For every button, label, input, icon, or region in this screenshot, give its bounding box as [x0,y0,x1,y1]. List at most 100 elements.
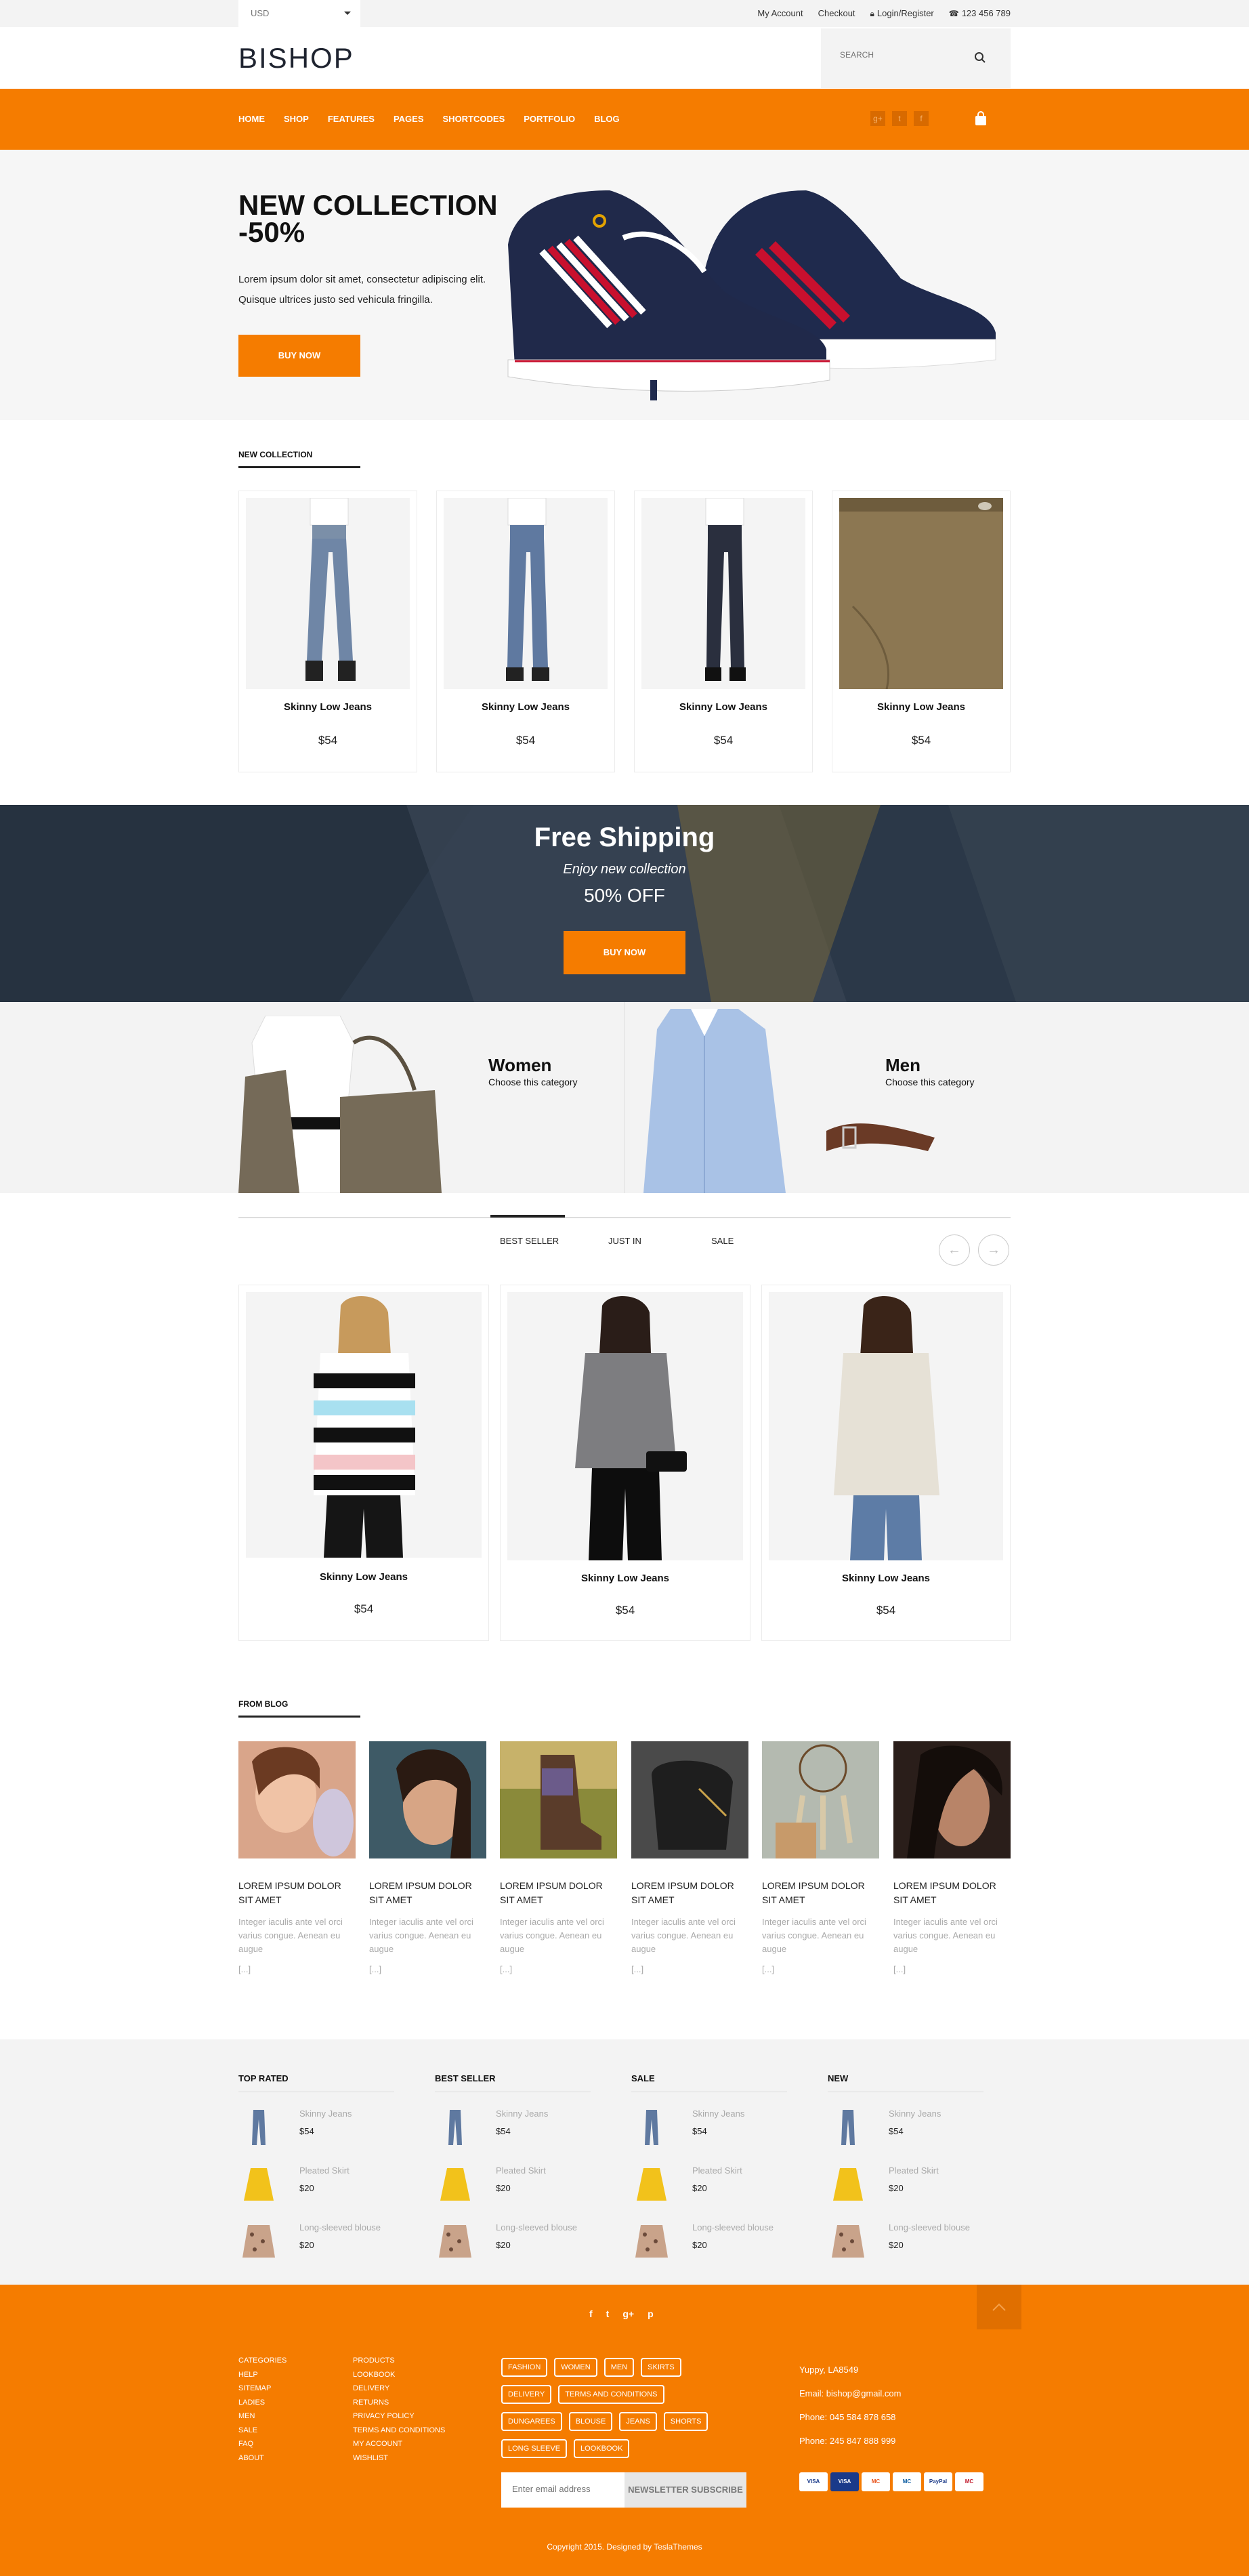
blog-post-title[interactable]: LOREM IPSUM DOLOR SIT AMET [631,1879,748,1907]
currency-select[interactable]: USD [238,0,360,27]
blog-read-more[interactable]: [...] [762,1964,879,1974]
footer-link[interactable]: SITEMAP [238,2382,287,2396]
product-name[interactable]: Skinny Low Jeans [501,1573,750,1584]
blog-post[interactable]: LOREM IPSUM DOLOR SIT AMET Integer iacul… [893,1741,1011,1974]
footer-link[interactable]: WISHLIST [353,2451,445,2466]
product-name[interactable]: Skinny Low Jeans [762,1573,1010,1584]
product-image[interactable] [444,497,608,689]
footer-link[interactable]: MY ACCOUNT [353,2437,445,2451]
tab-sale[interactable]: SALE [711,1236,734,1246]
hero-buy-now-button[interactable]: BUY NOW [238,335,360,377]
widget-item-name[interactable]: Pleated Skirt [692,2165,742,2176]
blog-image[interactable] [500,1741,617,1858]
blog-read-more[interactable]: [...] [369,1964,486,1974]
product-name[interactable]: Skinny Low Jeans [635,701,812,713]
footer-link[interactable]: DELIVERY [353,2382,445,2396]
blog-image[interactable] [369,1741,486,1858]
widget-item[interactable]: Long-sleeved blouse $20 [238,2206,394,2263]
footer-link[interactable]: LOOKBOOK [353,2368,445,2382]
product-card[interactable]: Skinny Low Jeans $54 [500,1285,750,1641]
google-plus-icon[interactable]: g+ [622,2308,634,2319]
product-image[interactable] [246,1292,482,1558]
login-register-link[interactable]: 🔒︎ Login/Register [870,8,934,19]
footer-link[interactable]: PRODUCTS [353,2354,445,2368]
product-name[interactable]: Skinny Low Jeans [239,1571,488,1583]
blog-read-more[interactable]: [...] [500,1964,617,1974]
sneakers-image[interactable] [501,163,1009,414]
footer-link[interactable]: RETURNS [353,2396,445,2410]
nav-shop[interactable]: SHOP [284,114,309,124]
widget-item[interactable]: Pleated Skirt $20 [828,2149,983,2206]
blog-post[interactable]: LOREM IPSUM DOLOR SIT AMET Integer iacul… [238,1741,356,1974]
tag[interactable]: SKIRTS [641,2358,681,2377]
footer-link[interactable]: SALE [238,2424,287,2438]
blog-post[interactable]: LOREM IPSUM DOLOR SIT AMET Integer iacul… [762,1741,879,1974]
blog-image[interactable] [893,1741,1011,1858]
blog-post[interactable]: LOREM IPSUM DOLOR SIT AMET Integer iacul… [369,1741,486,1974]
footer-link[interactable]: PRIVACY POLICY [353,2409,445,2424]
widget-item-name[interactable]: Skinny Jeans [299,2108,352,2119]
footer-link[interactable]: MEN [238,2409,287,2424]
twitter-icon[interactable]: t [606,2308,610,2319]
blog-post[interactable]: LOREM IPSUM DOLOR SIT AMET Integer iacul… [631,1741,748,1974]
widget-item-name[interactable]: Skinny Jeans [496,2108,548,2119]
product-card[interactable]: Skinny Low Jeans $54 [436,491,615,772]
tag[interactable]: WOMEN [554,2358,597,2377]
search-icon[interactable] [974,51,986,64]
nav-blog[interactable]: BLOG [594,114,620,124]
product-name[interactable]: Skinny Low Jeans [832,701,1010,713]
widget-item[interactable]: Long-sleeved blouse $20 [435,2206,591,2263]
product-card[interactable]: Skinny Low Jeans $54 [761,1285,1011,1641]
footer-link[interactable]: FAQ [238,2437,287,2451]
my-account-link[interactable]: My Account [757,8,803,19]
widget-item[interactable]: Skinny Jeans $54 [631,2092,787,2149]
widget-item[interactable]: Pleated Skirt $20 [631,2149,787,2206]
facebook-icon[interactable]: f [914,111,929,126]
newsletter-email-input[interactable] [512,2484,627,2494]
women-category-image[interactable] [238,1016,462,1193]
product-name[interactable]: Skinny Low Jeans [437,701,614,713]
widget-item-name[interactable]: Long-sleeved blouse [496,2222,577,2232]
blog-post[interactable]: LOREM IPSUM DOLOR SIT AMET Integer iacul… [500,1741,617,1974]
widget-item-name[interactable]: Long-sleeved blouse [889,2222,970,2232]
widget-item-name[interactable]: Pleated Skirt [889,2165,939,2176]
blog-post-title[interactable]: LOREM IPSUM DOLOR SIT AMET [762,1879,879,1907]
facebook-icon[interactable]: f [589,2308,593,2319]
product-card[interactable]: Skinny Low Jeans $54 [832,491,1011,772]
footer-link[interactable]: TERMS AND CONDITIONS [353,2424,445,2438]
email[interactable]: Email: bishop@gmail.com [799,2382,901,2405]
widget-item[interactable]: Long-sleeved blouse $20 [828,2206,983,2263]
widget-item-name[interactable]: Skinny Jeans [692,2108,744,2119]
nav-features[interactable]: FEATURES [328,114,375,124]
category-men-title[interactable]: Men [885,1055,920,1076]
blog-read-more[interactable]: [...] [631,1964,748,1974]
checkout-link[interactable]: Checkout [818,8,855,19]
blog-post-title[interactable]: LOREM IPSUM DOLOR SIT AMET [369,1879,486,1907]
nav-pages[interactable]: PAGES [394,114,424,124]
widget-item[interactable]: Skinny Jeans $54 [435,2092,591,2149]
blog-image[interactable] [762,1741,879,1858]
product-image[interactable] [769,1292,1003,1560]
product-image[interactable] [507,1292,743,1560]
footer-link[interactable]: ABOUT [238,2451,287,2466]
tag[interactable]: SHORTS [663,2412,708,2431]
widget-item[interactable]: Pleated Skirt $20 [238,2149,394,2206]
tag[interactable]: BLOUSE [568,2412,613,2431]
arrow-left-icon[interactable]: ← [939,1234,970,1266]
footer-link[interactable]: CATEGORIES [238,2354,287,2368]
twitter-icon[interactable]: t [892,111,907,126]
logo[interactable]: BISHOP [238,42,354,75]
blog-read-more[interactable]: [...] [238,1964,356,1974]
tag[interactable]: LONG SLEEVE [501,2439,568,2458]
widget-item[interactable]: Skinny Jeans $54 [238,2092,394,2149]
shipping-buy-now-button[interactable]: BUY NOW [564,931,685,974]
blog-image[interactable] [238,1741,356,1858]
footer-link[interactable]: LADIES [238,2396,287,2410]
widget-item-name[interactable]: Skinny Jeans [889,2108,941,2119]
product-image[interactable] [246,497,410,689]
search-input[interactable] [840,50,975,60]
google-plus-icon[interactable]: g+ [870,111,885,126]
back-to-top-button[interactable] [977,2285,1021,2329]
widget-item[interactable]: Long-sleeved blouse $20 [631,2206,787,2263]
newsletter-subscribe-button[interactable]: NEWSLETTER SUBSCRIBE [624,2472,746,2508]
